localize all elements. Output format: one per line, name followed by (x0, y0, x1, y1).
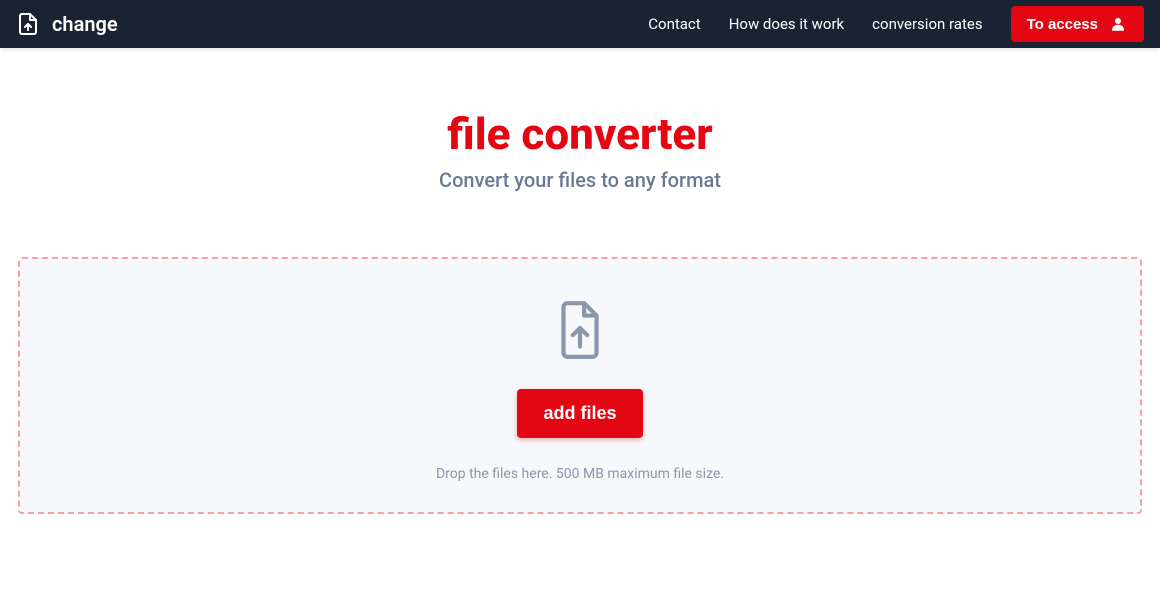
nav-link-contact[interactable]: Contact (648, 15, 700, 33)
nav-link-how-it-works[interactable]: How does it work (729, 15, 844, 33)
dropzone-hint: Drop the files here. 500 MB maximum file… (436, 466, 724, 482)
page-title: file converter (16, 108, 1144, 160)
logo-text: change (52, 12, 118, 36)
file-upload-icon (16, 12, 40, 36)
logo-section[interactable]: change (16, 12, 118, 36)
access-button-label: To access (1027, 16, 1098, 33)
main-nav: Contact How does it work conversion rate… (648, 6, 1144, 42)
add-files-button[interactable]: add files (517, 389, 642, 438)
main-content: file converter Convert your files to any… (0, 48, 1160, 514)
file-upload-large-icon (555, 299, 605, 361)
access-button[interactable]: To access (1011, 6, 1144, 42)
nav-link-conversion-rates[interactable]: conversion rates (872, 15, 982, 33)
file-dropzone[interactable]: add files Drop the files here. 500 MB ma… (18, 257, 1142, 514)
person-icon (1108, 14, 1128, 34)
page-subtitle: Convert your files to any format (16, 168, 1144, 192)
app-header: change Contact How does it work conversi… (0, 0, 1160, 48)
